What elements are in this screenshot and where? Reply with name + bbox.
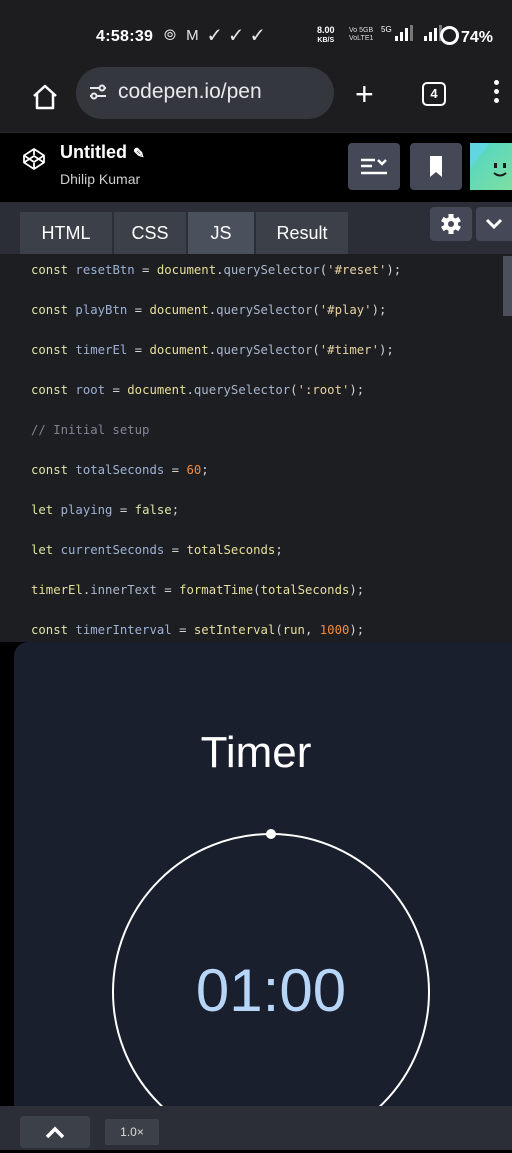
- bottom-bar: 1.0×: [0, 1106, 512, 1150]
- expand-console-button[interactable]: [20, 1116, 90, 1148]
- chevron-up-icon: [45, 1126, 65, 1139]
- timer-progress-dot: [266, 829, 276, 839]
- zoom-level-button[interactable]: 1.0×: [105, 1119, 159, 1145]
- timer-display: 01:00: [195, 957, 347, 1024]
- timer-ring: [112, 829, 430, 1106]
